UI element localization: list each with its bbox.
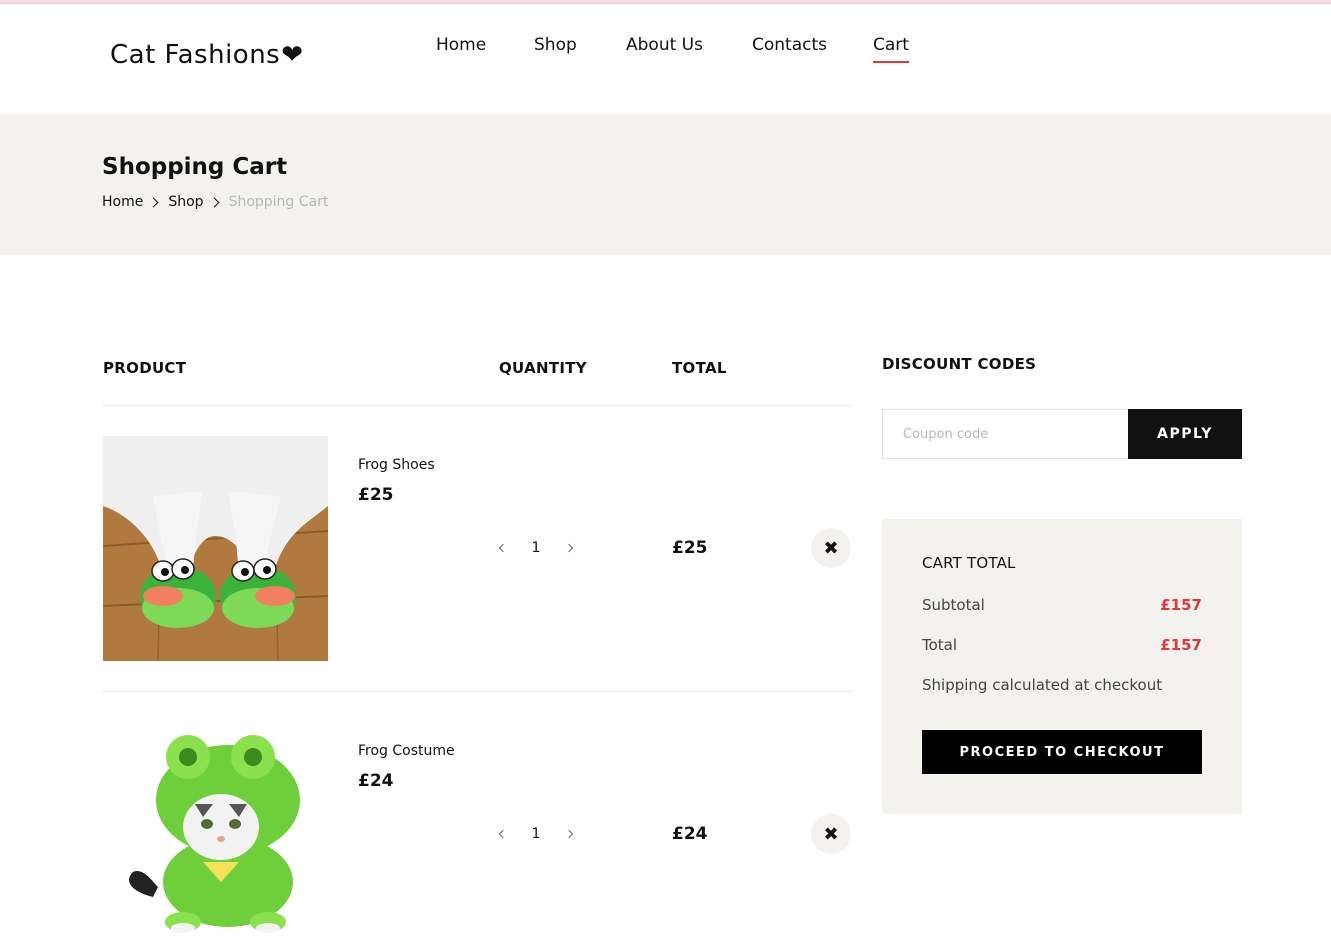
qty-increase-button[interactable] — [562, 824, 576, 844]
quantity-value[interactable]: 1 — [521, 540, 551, 556]
total-value: £157 — [1160, 636, 1202, 654]
header-product: PRODUCT — [103, 359, 187, 377]
chevron-right-icon — [564, 543, 574, 553]
line-total: £24 — [672, 824, 708, 844]
chevron-right-icon — [564, 829, 574, 839]
chevron-right-icon — [148, 197, 159, 207]
quantity-stepper: 1 — [496, 824, 576, 844]
brand-name: Cat Fashions — [110, 40, 281, 70]
breadcrumb: Home Shop Shopping Cart — [102, 194, 328, 210]
breadcrumb-current: Shopping Cart — [228, 194, 329, 210]
remove-item-button[interactable]: ✖ — [811, 814, 851, 854]
product-name[interactable]: Frog Shoes — [358, 457, 435, 473]
heart-icon: ❤ — [281, 40, 304, 70]
page-title: Shopping Cart — [102, 154, 288, 180]
qty-decrease-button[interactable] — [496, 538, 510, 558]
product-price: £24 — [358, 771, 394, 791]
shipping-note: Shipping calculated at checkout — [922, 676, 1163, 694]
qty-increase-button[interactable] — [562, 538, 576, 558]
close-icon: ✖ — [823, 823, 839, 845]
product-image-frog-costume[interactable] — [103, 722, 328, 937]
proceed-to-checkout-button[interactable]: PROCEED TO CHECKOUT — [922, 730, 1202, 774]
quantity-value[interactable]: 1 — [521, 826, 551, 842]
cart-total-panel: CART TOTAL Subtotal £157 Total £157 Ship… — [882, 519, 1242, 814]
product-name[interactable]: Frog Costume — [358, 743, 455, 759]
product-image-frog-shoes[interactable] — [103, 436, 328, 661]
divider — [102, 405, 853, 406]
close-icon: ✖ — [823, 537, 839, 559]
breadcrumb-section — [0, 114, 1331, 255]
subtotal-label: Subtotal — [922, 596, 985, 614]
breadcrumb-shop[interactable]: Shop — [168, 194, 203, 210]
nav-item-home[interactable]: Home — [436, 35, 486, 55]
nav-item-shop[interactable]: Shop — [534, 35, 577, 55]
apply-coupon-button[interactable]: APPLY — [1128, 409, 1242, 459]
chevron-left-icon — [498, 829, 508, 839]
total-label: Total — [922, 636, 958, 654]
chevron-left-icon — [498, 543, 508, 553]
quantity-stepper: 1 — [496, 538, 576, 558]
remove-item-button[interactable]: ✖ — [811, 528, 851, 568]
subtotal-value: £157 — [1160, 596, 1202, 614]
nav-item-contacts[interactable]: Contacts — [752, 35, 827, 55]
product-price: £25 — [358, 485, 394, 505]
header-total: TOTAL — [672, 359, 727, 377]
nav-item-cart[interactable]: Cart — [873, 35, 909, 63]
top-accent-strip — [0, 0, 1331, 4]
chevron-right-icon — [209, 197, 220, 207]
cart-total-title: CART TOTAL — [922, 554, 1016, 572]
header-quantity: QUANTITY — [499, 359, 587, 377]
nav-item-about-us[interactable]: About Us — [626, 35, 703, 55]
coupon-input[interactable] — [882, 409, 1129, 459]
brand-logo[interactable]: Cat Fashions❤ — [110, 40, 304, 70]
line-total: £25 — [672, 538, 708, 558]
divider — [102, 691, 853, 692]
breadcrumb-home[interactable]: Home — [102, 194, 143, 210]
discount-title: DISCOUNT CODES — [882, 355, 1037, 373]
qty-decrease-button[interactable] — [496, 824, 510, 844]
